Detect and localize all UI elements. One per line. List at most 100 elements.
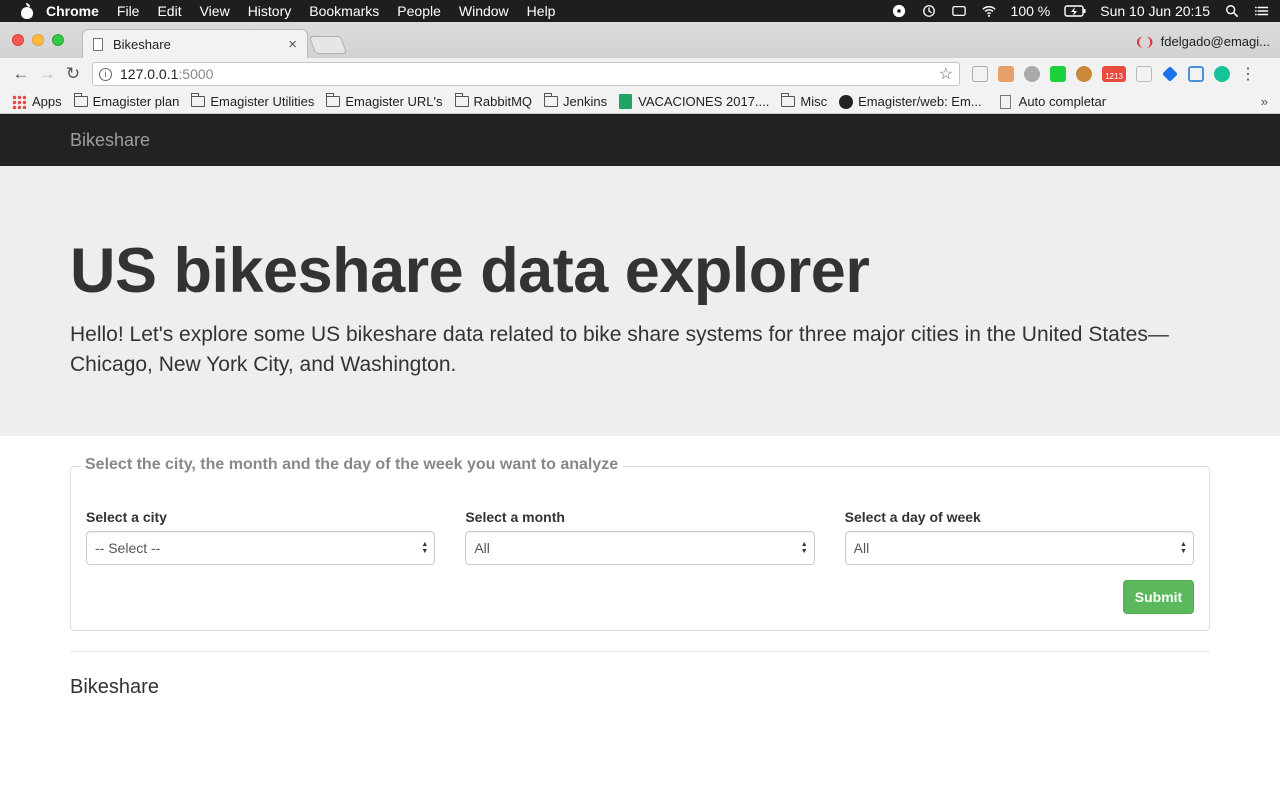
apps-grid-icon [12, 94, 26, 109]
url-host: 127.0.0.1 [120, 66, 179, 82]
notification-center-icon[interactable] [1254, 4, 1270, 18]
github-icon [839, 94, 854, 109]
window-controls [12, 34, 64, 46]
menu-bookmarks[interactable]: Bookmarks [309, 3, 379, 19]
bookmark-sheet[interactable]: VACACIONES 2017.... [619, 94, 769, 109]
folder-icon [781, 93, 796, 107]
apple-icon[interactable] [20, 3, 34, 19]
bookmark-label: Misc [800, 94, 828, 109]
grammarly-extension-icon[interactable] [1214, 66, 1230, 82]
tab-close-icon[interactable]: × [288, 36, 297, 53]
main-container: Select the city, the month and the day o… [0, 436, 1280, 699]
face-extension-icon[interactable] [998, 66, 1014, 82]
box-extension-icon[interactable] [1188, 66, 1204, 82]
intro-text: Hello! Let's explore some US bikeshare d… [70, 323, 1169, 376]
page-icon [93, 37, 103, 51]
bookmark-folder[interactable]: Emagister plan [73, 93, 179, 109]
zoom-window-button[interactable] [52, 34, 64, 46]
day-select-value: All [853, 540, 870, 556]
bookmark-label: Emagister Utilities [210, 94, 315, 109]
city-select[interactable]: -- Select -- ▲ ▼ [86, 531, 436, 565]
spotlight-search-icon[interactable] [1224, 4, 1240, 18]
cookie-extension-icon[interactable] [1076, 66, 1092, 82]
keyboard-icon[interactable] [951, 4, 967, 18]
bookmark-folder[interactable]: Jenkins [544, 93, 608, 109]
green-square-extension-icon[interactable] [1050, 66, 1066, 82]
minimize-window-button[interactable] [32, 34, 44, 46]
select-arrows-icon: ▲ ▼ [800, 541, 808, 555]
city-field-group: Select a city -- Select -- ▲ ▼ [86, 497, 436, 565]
folder-icon [191, 93, 206, 107]
site-navbar: Bikeshare [0, 114, 1280, 166]
menu-window[interactable]: Window [459, 3, 509, 19]
wifi-icon[interactable] [981, 4, 997, 18]
bookmark-folder[interactable]: Misc [781, 93, 828, 109]
month-label: Select a month [465, 509, 565, 525]
doc-extension-icon[interactable] [1136, 66, 1152, 82]
bookmark-folder[interactable]: Emagister Utilities [191, 93, 315, 109]
bookmark-label: VACACIONES 2017.... [638, 94, 770, 109]
menu-view[interactable]: View [200, 3, 230, 19]
extensions: 1213 [972, 66, 1230, 82]
jumbotron: US bikeshare data explorer Hello! Let's … [0, 166, 1280, 436]
profile-button[interactable]: ❨❩ fdelgado@emagi... [1135, 34, 1270, 49]
browser-toolbar: ← → ↻ i 127.0.0.1:5000 ☆ 1213 ⋮ [0, 58, 1280, 90]
mail-extension-icon[interactable]: 1213 [1102, 66, 1126, 82]
month-select[interactable]: All ▲ ▼ [465, 531, 815, 565]
tab-bikeshare[interactable]: Bikeshare × [82, 29, 308, 58]
form-legend: Select the city, the month and the day o… [81, 456, 623, 474]
menu-help[interactable]: Help [527, 3, 556, 19]
radiation-icon[interactable] [891, 4, 907, 18]
city-select-value: -- Select -- [95, 540, 161, 556]
bookmark-page[interactable]: Auto completar [994, 94, 1106, 109]
bookmark-label: Apps [32, 94, 62, 109]
folder-icon [454, 93, 469, 107]
menu-file[interactable]: File [117, 3, 140, 19]
json-viewer-extension-icon[interactable] [972, 66, 988, 82]
navbar-brand[interactable]: Bikeshare [70, 130, 150, 151]
folder-icon [544, 93, 559, 107]
bookmark-label: Auto completar [1018, 94, 1107, 109]
submit-button[interactable]: Submit [1123, 580, 1194, 614]
menu-edit[interactable]: Edit [157, 3, 181, 19]
site-info-icon[interactable]: i [99, 67, 112, 81]
tab-strip: Bikeshare × ❨❩ fdelgado@emagi... [0, 22, 1280, 58]
bookmark-folder[interactable]: Emagister URL's [326, 93, 443, 109]
battery-percent: 100 % [1010, 3, 1051, 19]
profile-icon: ❨❩ [1134, 34, 1155, 49]
address-bar[interactable]: i 127.0.0.1:5000 ☆ [92, 62, 960, 86]
day-field-group: Select a day of week All ▲ ▼ [844, 497, 1194, 565]
menu-people[interactable]: People [397, 3, 441, 19]
menu-history[interactable]: History [248, 3, 292, 19]
time-machine-icon[interactable] [921, 4, 937, 18]
day-label: Select a day of week [844, 509, 981, 525]
month-select-value: All [474, 540, 490, 556]
tab-title: Bikeshare [113, 36, 171, 52]
bookmark-label: Jenkins [563, 94, 608, 109]
page-title: US bikeshare data explorer [70, 236, 870, 306]
forward-arrow-icon[interactable]: → [34, 64, 60, 84]
diamond-extension-icon[interactable] [1162, 66, 1178, 82]
bookmark-star-icon[interactable]: ☆ [939, 64, 953, 84]
select-arrows-icon: ▲ ▼ [421, 541, 429, 555]
chrome-menu-icon[interactable]: ⋮ [1240, 64, 1256, 84]
bookmarks-bar: Apps Emagister plan Emagister Utilities … [0, 90, 1280, 114]
select-arrows-icon: ▲ ▼ [1180, 541, 1187, 555]
new-tab-button[interactable] [308, 36, 348, 54]
bookmark-github[interactable]: Emagister/web: Em... [839, 94, 982, 109]
profile-email: fdelgado@emagi... [1160, 34, 1270, 49]
menu-chrome[interactable]: Chrome [46, 3, 99, 19]
bookmark-folder[interactable]: RabbitMQ [454, 93, 532, 109]
spreadsheet-icon [619, 94, 633, 109]
day-select[interactable]: All ▲ ▼ [844, 531, 1194, 565]
bookmarks-overflow-icon[interactable]: » [1261, 94, 1268, 109]
footer-brand: Bikeshare [70, 676, 159, 698]
battery-icon[interactable] [1064, 4, 1086, 18]
bookmark-apps[interactable]: Apps [12, 94, 62, 109]
reload-icon[interactable]: ↻ [60, 64, 86, 84]
page-icon [999, 94, 1011, 109]
close-window-button[interactable] [12, 34, 24, 46]
back-arrow-icon[interactable]: ← [8, 64, 34, 84]
recycle-extension-icon[interactable] [1024, 66, 1040, 82]
menubar-clock[interactable]: Sun 10 Jun 20:15 [1100, 3, 1210, 19]
